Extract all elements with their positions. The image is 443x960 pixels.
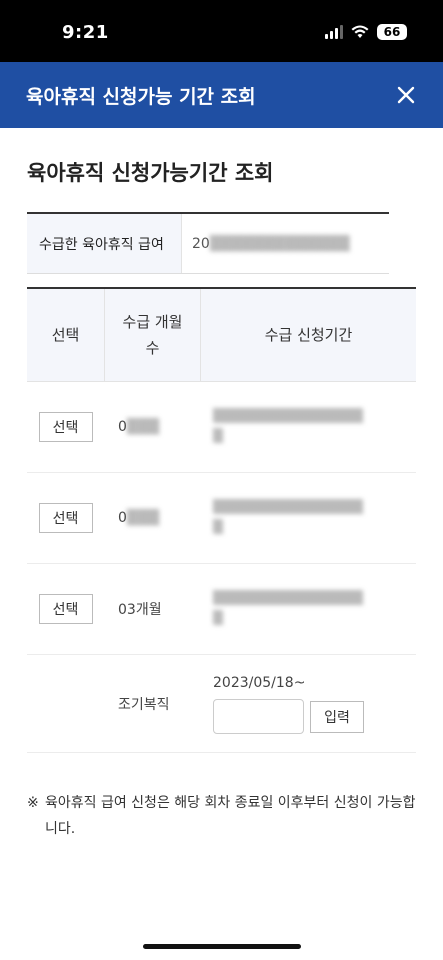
redacted-months: ▒▒▒ [126,510,160,526]
table-row: 선택 03개월 ▒▒▒▒▒▒▒▒▒▒▒▒▒▒▒ ▒ [27,564,416,655]
wifi-icon [351,25,369,38]
app-header: 육아휴직 신청가능 기간 조회 [0,62,443,128]
battery-indicator: 66 [377,24,407,40]
status-icons: 66 [325,24,407,40]
status-time: 9:21 [62,22,109,43]
row-months: 0 [118,419,127,435]
close-icon [397,86,415,104]
table-row: 선택 0 ▒▒▒ ▒▒▒▒▒▒▒▒▒▒▒▒▒▒▒ ▒ [27,382,416,473]
select-button[interactable]: 선택 [38,594,93,624]
header-months-text: 수급 개월 수 [122,313,183,357]
early-return-start: 2023/05/18~ [213,675,306,691]
table-row: 선택 0 ▒▒▒ ▒▒▒▒▒▒▒▒▒▒▒▒▒▒▒ ▒ [27,473,416,564]
benefit-amount-value: 20 ▒▒▒▒▒▒▒▒▒▒▒▒▒ [182,214,389,273]
redacted-months: ▒▒▒ [126,419,160,435]
close-button[interactable] [391,80,421,110]
benefit-amount-row: 수급한 육아휴직 급여 20 ▒▒▒▒▒▒▒▒▒▒▒▒▒ [27,212,389,274]
header-months: 수급 개월 수 [104,289,201,381]
redacted-period: ▒▒▒▒▒▒▒▒▒▒▒▒▒▒▒ ▒ [213,591,363,626]
select-button[interactable]: 선택 [38,412,93,442]
redacted-period: ▒▒▒▒▒▒▒▒▒▒▒▒▒▒▒ ▒ [213,409,363,444]
table-header: 선택 수급 개월 수 수급 신청기간 [27,289,416,382]
benefit-amount-label: 수급한 육아휴직 급여 [27,214,182,273]
period-table: 선택 수급 개월 수 수급 신청기간 선택 0 ▒▒▒ ▒▒▒▒▒▒▒▒▒▒▒▒… [27,287,416,753]
notice-mark: ※ [27,795,39,811]
notice-text: 육아휴직 급여 신청은 해당 회차 종료일 이후부터 신청이 가능합니다. [45,795,416,837]
select-button[interactable]: 선택 [38,503,93,533]
enter-button[interactable]: 입력 [310,700,364,733]
header-title: 육아휴직 신청가능 기간 조회 [26,86,256,108]
benefit-amount-text: 20 [192,235,210,252]
notice: ※ 육아휴직 급여 신청은 해당 회차 종료일 이후부터 신청이 가능합니다. [27,790,422,842]
redacted-amount: ▒▒▒▒▒▒▒▒▒▒▒▒▒ [209,235,350,252]
row-months: 03개월 [118,602,162,618]
return-date-input[interactable] [213,699,304,734]
header-period: 수급 신청기간 [264,326,353,344]
redacted-period: ▒▒▒▒▒▒▒▒▒▒▒▒▒▒▒ ▒ [213,500,363,535]
page-title: 육아휴직 신청가능기간 조회 [27,161,274,185]
status-bar: 9:21 66 [0,0,443,62]
header-select: 선택 [51,326,80,344]
row-months: 0 [118,510,127,526]
signal-icon [325,25,343,39]
home-indicator [143,944,301,949]
early-return-row: 조기복직 2023/05/18~ 입력 [27,655,416,753]
early-return-label: 조기복직 [118,696,170,713]
